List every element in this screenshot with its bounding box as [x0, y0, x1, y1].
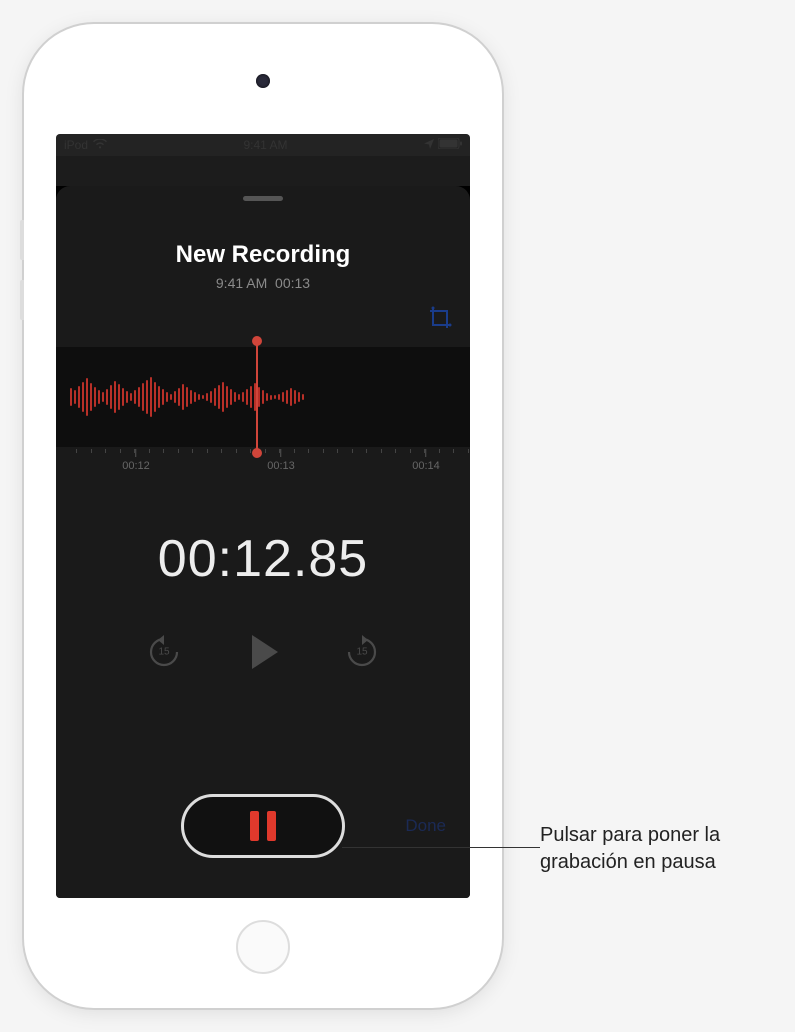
waveform-bar — [290, 388, 292, 406]
waveform-bar — [118, 384, 120, 410]
waveform-bar — [158, 386, 160, 408]
waveform-bar — [134, 390, 136, 404]
waveform-bar — [106, 389, 108, 405]
waveform-bar — [146, 380, 148, 414]
waveform-bar — [74, 390, 76, 404]
waveform-bar — [242, 392, 244, 402]
waveform-bar — [266, 393, 268, 401]
waveform-bar — [174, 391, 176, 403]
status-time: 9:41 AM — [244, 138, 288, 152]
ruler-tick: 00:13 — [267, 449, 295, 472]
battery-icon — [438, 138, 462, 152]
volume-down-button[interactable] — [20, 280, 24, 320]
waveform-bar — [186, 387, 188, 407]
skip-forward-15-button[interactable]: 15 — [344, 634, 380, 670]
waveform-bar — [218, 385, 220, 409]
timeline-ruler: 00:12 00:13 00:14 — [56, 449, 470, 479]
pause-recording-button[interactable] — [181, 794, 345, 858]
waveform-bar — [154, 382, 156, 412]
status-bar: iPod 9:41 AM — [56, 134, 470, 156]
waveform-bar — [178, 388, 180, 406]
ruler-tick: 00:14 — [412, 449, 440, 472]
pause-icon — [250, 811, 276, 841]
waveform-bar — [190, 390, 192, 404]
done-button[interactable]: Done — [405, 816, 446, 836]
waveform-bar — [250, 386, 252, 408]
location-icon — [424, 138, 434, 152]
recording-title: New Recording — [56, 241, 470, 269]
waveform-bar — [166, 392, 168, 402]
waveform-bar — [98, 390, 100, 404]
waveform-bar — [274, 395, 276, 399]
waveform-bar — [198, 394, 200, 400]
waveform-bar — [182, 384, 184, 410]
play-button[interactable] — [242, 631, 284, 673]
waveform-bar — [150, 377, 152, 417]
carrier-label: iPod — [64, 138, 88, 152]
waveform-bar — [210, 391, 212, 403]
volume-up-button[interactable] — [20, 220, 24, 260]
waveform-bar — [170, 394, 172, 400]
waveform-bar — [130, 393, 132, 401]
waveform-bar — [86, 378, 88, 416]
waveform-bar — [298, 392, 300, 402]
elapsed-time-display: 00:12.85 — [56, 529, 470, 589]
waveform-bar — [126, 391, 128, 403]
waveform-bar — [262, 390, 264, 404]
waveform-bar — [202, 395, 204, 399]
waveform-bar — [90, 383, 92, 411]
waveform-bar — [214, 388, 216, 406]
ruler-tick: 00:12 — [122, 449, 150, 472]
waveform-bar — [206, 393, 208, 401]
waveform-bar — [246, 389, 248, 405]
waveform-bar — [226, 386, 228, 408]
recording-panel: New Recording 9:41 AM 00:13 00:12 00:13 … — [56, 186, 470, 898]
waveform-bar — [282, 392, 284, 402]
waveform-bar — [142, 383, 144, 411]
home-button[interactable] — [236, 920, 290, 974]
waveform-bar — [110, 385, 112, 409]
callout-text: Pulsar para poner la grabación en pausa — [540, 822, 780, 876]
waveform-bar — [234, 392, 236, 402]
waveform-bar — [258, 387, 260, 407]
waveform-bar — [238, 394, 240, 400]
waveform-bar — [70, 388, 72, 406]
waveform-bar — [102, 392, 104, 402]
ipod-device-frame: iPod 9:41 AM New Recording — [24, 24, 502, 1008]
front-camera — [256, 74, 270, 88]
callout-leader-line — [342, 847, 540, 848]
waveform-bar — [286, 390, 288, 404]
background-dim — [56, 156, 470, 186]
trim-icon[interactable] — [428, 306, 452, 330]
waveform-bar — [162, 389, 164, 405]
waveform-display[interactable] — [56, 347, 470, 447]
wifi-icon — [93, 138, 107, 152]
device-screen: iPod 9:41 AM New Recording — [56, 134, 470, 898]
waveform-bar — [194, 392, 196, 402]
playhead-indicator[interactable] — [256, 341, 258, 453]
waveform-bar — [270, 395, 272, 400]
waveform-bar — [278, 394, 280, 400]
waveform-bar — [294, 390, 296, 404]
waveform-bar — [82, 382, 84, 412]
waveform-bar — [78, 386, 80, 408]
sheet-grabber[interactable] — [243, 196, 283, 201]
waveform-bar — [122, 388, 124, 406]
skip-back-15-button[interactable]: 15 — [146, 634, 182, 670]
waveform-bar — [138, 387, 140, 407]
playback-controls: 15 15 — [56, 631, 470, 673]
waveform-bar — [114, 381, 116, 413]
waveform-bar — [94, 387, 96, 407]
recording-subtitle: 9:41 AM 00:13 — [56, 275, 470, 291]
waveform-bar — [230, 389, 232, 405]
waveform-bar — [222, 382, 224, 412]
waveform-bar — [302, 394, 304, 400]
